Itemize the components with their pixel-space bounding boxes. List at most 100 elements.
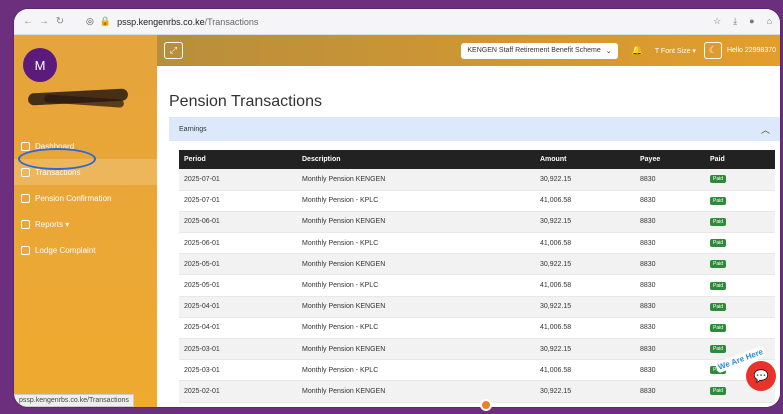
document-icon — [21, 193, 30, 203]
cell-payee: 8830 — [635, 274, 705, 297]
cell-period: 2025-02-01 — [179, 402, 297, 407]
cell-amount: 30,922.15 — [535, 338, 635, 361]
table-row: 2025-04-01 Monthly Pension - KPLC 41,006.5… — [179, 317, 775, 340]
table-row: 2025-03-01 Monthly Pension - KPLC 41,006.5… — [179, 359, 775, 382]
cell-paid: Paid — [705, 402, 775, 407]
cell-period: 2025-05-01 — [179, 253, 297, 276]
transactions-table: Period Description Amount Payee Paid 202… — [179, 150, 775, 407]
cell-period: 2025-04-01 — [179, 317, 297, 340]
sidebar: M Dashboard Transactions Pension Confirm… — [14, 35, 157, 407]
cell-amount: 30,922.15 — [535, 211, 635, 234]
cell-paid: Paid — [705, 253, 775, 276]
cell-period: 2025-07-01 — [179, 169, 297, 191]
cell-description: Monthly Pension KENGEN — [297, 338, 535, 361]
browser-toolbar: ← → ↻ ◎ 🔒 pssp.kengenrbs.co.ke/Transacti… — [14, 9, 780, 35]
status-badge: Paid — [710, 196, 727, 205]
cell-amount: 41,006.58 — [535, 359, 635, 382]
avatar[interactable]: M — [23, 48, 57, 82]
cell-amount: 30,922.15 — [535, 380, 635, 403]
expand-icon[interactable]: ⤢ — [164, 42, 183, 59]
status-badge: Paid — [710, 302, 727, 311]
column-header: Period — [179, 150, 297, 169]
chevron-up-icon: ︿ — [760, 124, 770, 135]
home-icon[interactable]: ⌂ — [767, 16, 772, 27]
cell-payee: 8830 — [635, 169, 705, 191]
sidebar-item-label: Reports ▾ — [35, 219, 70, 229]
lock-icon: 🔒 — [99, 16, 112, 26]
cell-paid: Paid — [705, 190, 775, 212]
cell-paid: Paid — [705, 317, 775, 340]
cell-description: Monthly Pension KENGEN — [297, 169, 535, 191]
cell-amount: 30,922.15 — [535, 169, 635, 191]
cell-description: Monthly Pension - KPLC — [297, 317, 535, 340]
font-size-button[interactable]: T Font Size ▾ — [655, 47, 696, 55]
star-icon[interactable]: ☆ — [713, 16, 721, 27]
cell-period: 2025-06-01 — [179, 211, 297, 234]
reload-icon[interactable]: ↻ — [52, 16, 68, 27]
user-greeting[interactable]: Hello 22998370 — [727, 47, 776, 54]
cell-period: 2025-03-01 — [179, 338, 297, 361]
table-row: 2025-07-01 Monthly Pension - KPLC 41,006.5… — [179, 190, 775, 212]
url-host: pssp.kengenrbs.co.ke — [117, 16, 205, 27]
forward-icon[interactable]: → — [36, 16, 52, 27]
shield-icon: ◎ — [86, 16, 94, 26]
cell-payee: 8830 — [635, 359, 705, 382]
cell-period: 2025-02-01 — [179, 380, 297, 403]
complaint-icon — [21, 245, 30, 255]
sidebar-item-label: Lodge Complaint — [35, 245, 96, 255]
back-icon[interactable]: ← — [20, 16, 36, 27]
column-header: Description — [297, 150, 535, 169]
status-url: pssp.kengenrbs.co.ke/Transactions — [14, 394, 134, 407]
browser-window: ← → ↻ ◎ 🔒 pssp.kengenrbs.co.ke/Transacti… — [14, 9, 780, 407]
earnings-accordion[interactable]: Earnings ︿ — [169, 117, 780, 141]
cell-paid: Paid — [705, 274, 775, 297]
sidebar-item-reports[interactable]: Reports ▾ — [14, 211, 157, 237]
url-path: /Transactions — [204, 16, 259, 27]
cell-payee: 8830 — [635, 380, 705, 403]
cell-period: 2025-05-01 — [179, 274, 297, 297]
address-bar[interactable]: ◎ 🔒 pssp.kengenrbs.co.ke/Transactions — [86, 16, 258, 27]
cell-payee: 8830 — [635, 296, 705, 318]
cell-description: Monthly Pension - KPLC — [297, 190, 535, 212]
cell-period: 2025-07-01 — [179, 190, 297, 212]
extension-icon[interactable]: ● — [749, 16, 754, 27]
sidebar-item-label: Pension Confirmation — [35, 193, 112, 203]
cell-amount: 41,006.58 — [535, 190, 635, 212]
column-header: Payee — [635, 150, 705, 169]
sidebar-item-lodge-complaint[interactable]: Lodge Complaint — [14, 237, 157, 263]
chevron-down-icon: ⌄ — [605, 47, 612, 55]
cell-payee: 8830 — [635, 190, 705, 212]
cell-description: Monthly Pension - KPLC — [297, 359, 535, 382]
cell-amount: 41,006.58 — [535, 232, 635, 255]
table-row: 2025-04-01 Monthly Pension KENGEN 30,922.1… — [179, 296, 775, 318]
cell-description: Monthly Pension KENGEN — [297, 253, 535, 276]
status-badge: Paid — [710, 175, 727, 184]
sidebar-item-pension-confirmation[interactable]: Pension Confirmation — [14, 185, 157, 211]
table-row: 2025-06-01 Monthly Pension - KPLC 41,006.5… — [179, 232, 775, 255]
scheme-select[interactable]: KENGEN Staff Retirement Benefit Scheme ⌄ — [461, 42, 618, 59]
cell-paid: Paid — [705, 169, 775, 191]
cell-period: 2025-06-01 — [179, 232, 297, 255]
dashboard-icon — [21, 141, 30, 151]
cell-paid: Paid — [705, 211, 775, 234]
text-size-icon: T — [654, 47, 659, 55]
annotation-circle — [18, 148, 96, 170]
status-badge: Paid — [710, 239, 727, 248]
cell-period: 2025-04-01 — [179, 296, 297, 318]
bell-icon[interactable]: 🔔 — [632, 45, 643, 56]
column-header: Amount — [535, 150, 635, 169]
table-row: 2025-03-01 Monthly Pension KENGEN 30,922.1… — [179, 338, 775, 361]
transactions-icon — [21, 167, 30, 177]
moon-icon[interactable]: ☾ — [703, 42, 722, 59]
cursor-indicator — [480, 399, 492, 411]
cell-amount: 41,006.58 — [535, 402, 635, 407]
cell-payee: 8830 — [635, 338, 705, 361]
cell-payee: 8830 — [635, 317, 705, 340]
status-badge: Paid — [710, 281, 727, 290]
download-icon[interactable]: ⤓ — [733, 16, 737, 27]
cell-amount: 30,922.15 — [535, 253, 635, 276]
table-header-row: Period Description Amount Payee Paid — [179, 150, 775, 169]
chat-icon[interactable]: 💬 — [746, 361, 776, 391]
column-header: Paid — [705, 150, 775, 169]
cell-payee: 8830 — [635, 402, 705, 407]
